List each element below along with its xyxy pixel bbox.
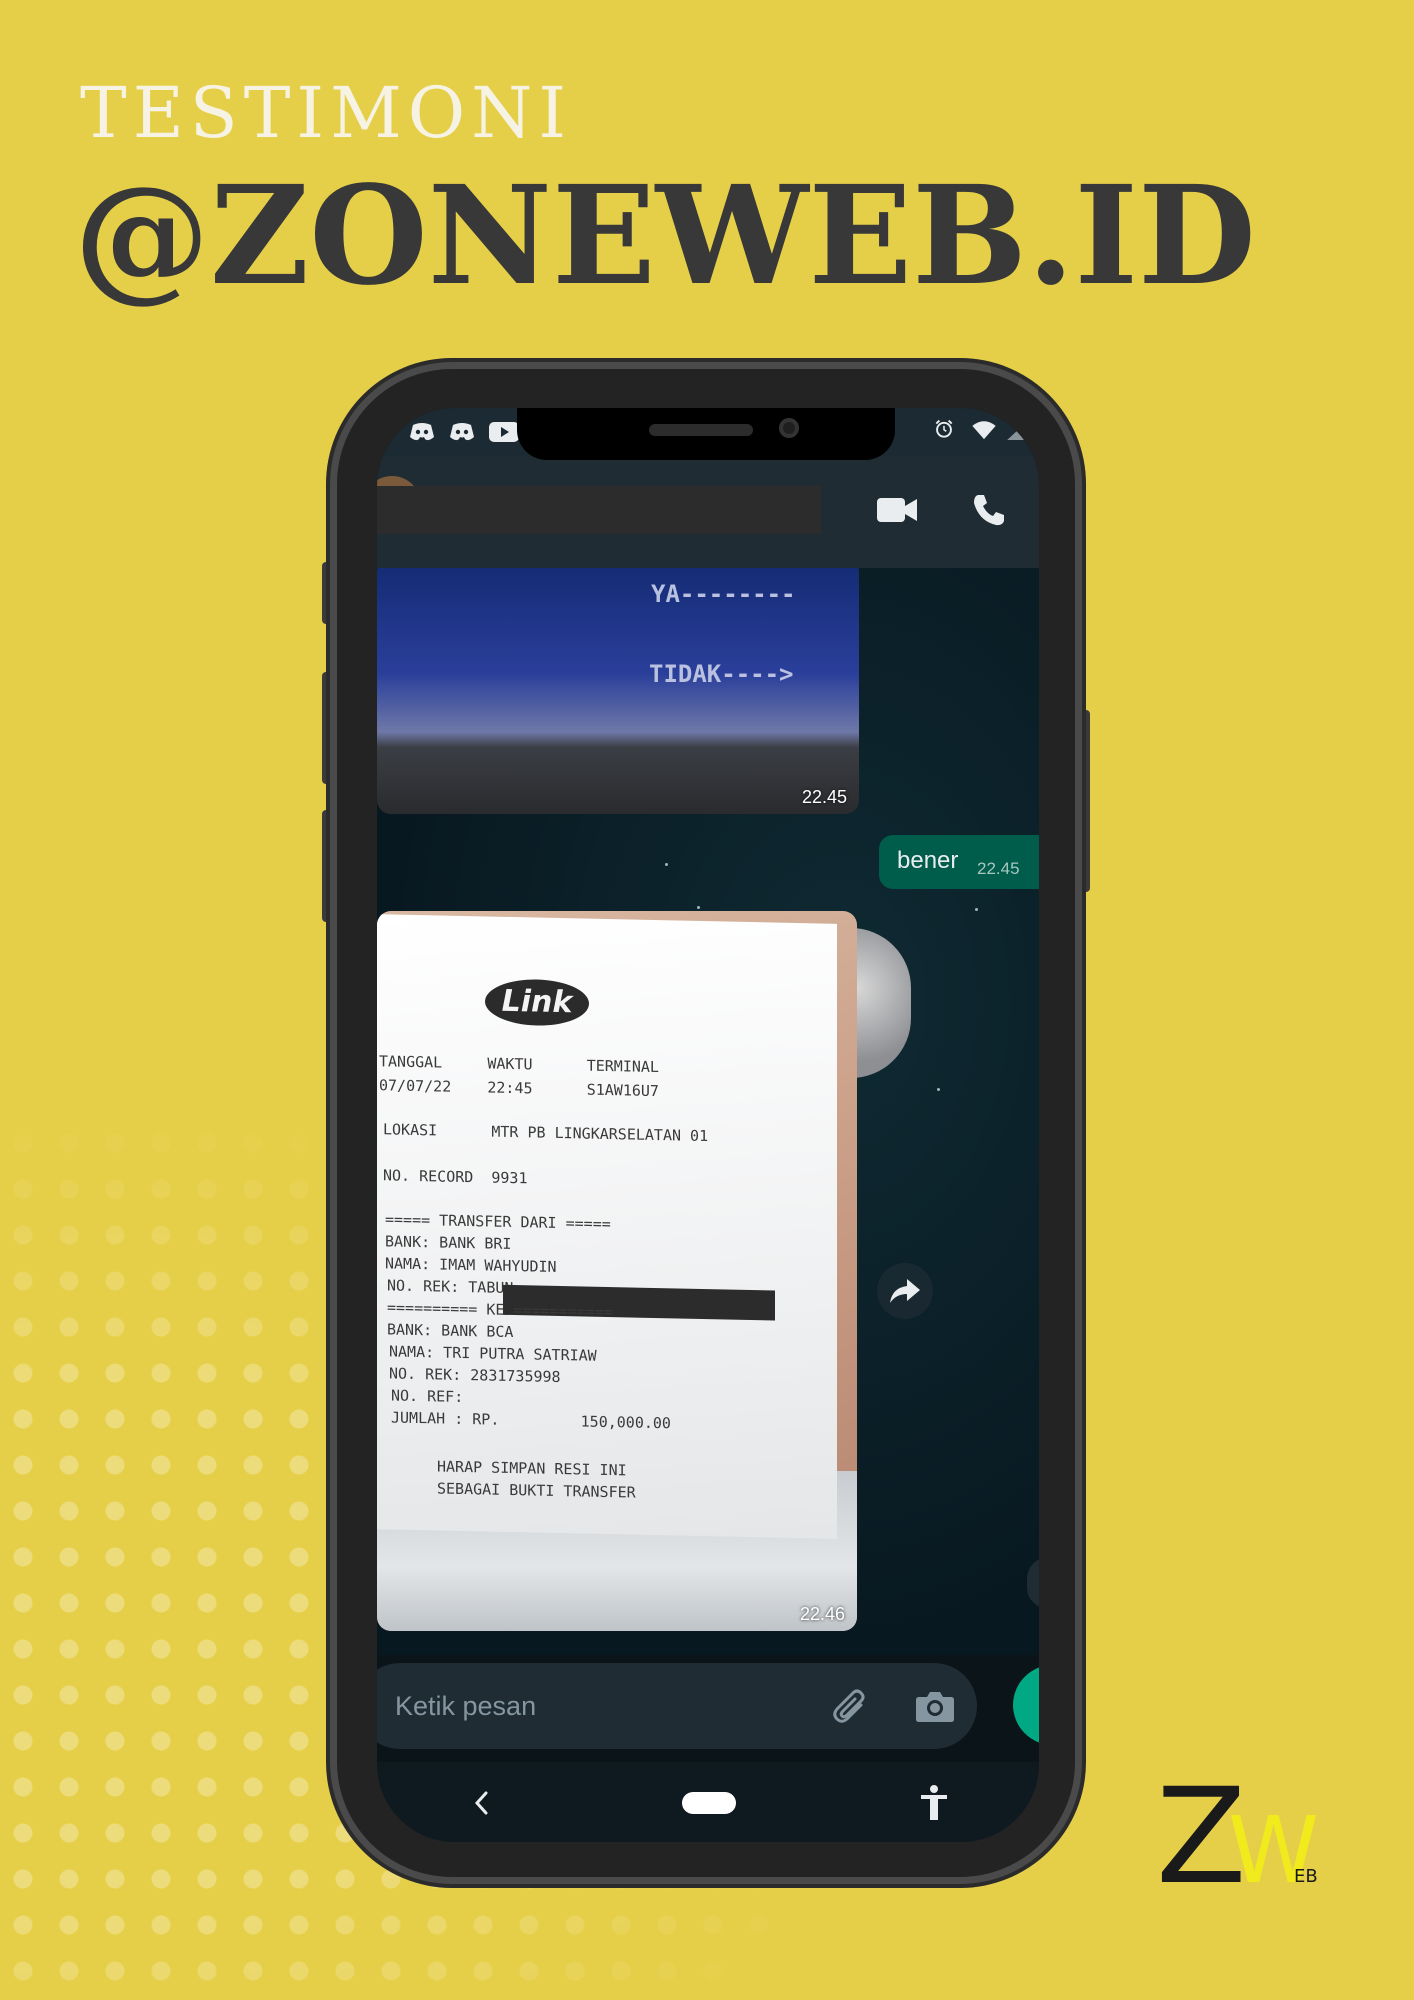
receipt-line: 07/07/22 22:45 S1AW16U7 — [379, 1076, 659, 1101]
atm-option-no: TIDAK----> — [649, 660, 794, 688]
message-input[interactable]: Ketik pesan — [377, 1663, 977, 1749]
link-logo: Link — [485, 978, 589, 1027]
wifi-icon — [972, 421, 996, 440]
wallpaper-star — [697, 906, 700, 909]
zoneweb-logo: Z W EB — [1156, 1770, 1319, 1888]
receipt-line: SEBAGAI BUKTI TRANSFER — [437, 1479, 636, 1502]
message-time: 22.46 — [799, 1604, 845, 1624]
message-time: 22.45 — [801, 787, 847, 807]
wallpaper-star — [937, 1088, 940, 1091]
wallpaper-star — [975, 908, 978, 911]
transfer-receipt: Link TANGGAL WAKTU TERMINAL 07/07/22 22:… — [377, 914, 837, 1539]
receipt-line: NO. REK: 2831735998 — [389, 1364, 561, 1387]
contact-name-redacted — [377, 486, 821, 534]
message-text: bener — [897, 847, 959, 874]
headline-testimoni: TESTIMONI — [80, 72, 573, 154]
receipt-line: BANK: BANK BRI — [385, 1232, 512, 1253]
receipt-line: NAMA: TRI PUTRA SATRIAW — [389, 1342, 597, 1365]
wallpaper-star — [665, 863, 668, 866]
receipt-line: ========== KE =========== — [387, 1298, 613, 1322]
receipt-line: BANK: BANK BCA — [387, 1320, 514, 1342]
outgoing-message[interactable]: bener 22.45 — [879, 835, 1039, 889]
headline-handle: @ZONEWEB.ID — [74, 156, 1256, 316]
wallpaper-moon — [851, 928, 911, 1078]
chat-area[interactable]: YA-------- TIDAK----> 22.45 bener 22.45 … — [377, 568, 1039, 1655]
youtube-icon — [489, 422, 519, 442]
atm-option-yes: YA-------- — [651, 580, 796, 608]
chat-header — [377, 456, 1039, 568]
image-message-atm[interactable]: YA-------- TIDAK----> 22.45 — [377, 568, 859, 814]
attach-icon[interactable] — [831, 1687, 871, 1727]
logo-suffix: EB — [1294, 1866, 1318, 1887]
message-composer: Ketik pesan — [377, 1655, 1039, 1762]
receipt-line: JUMLAH : RP. 150,000.00 — [391, 1408, 671, 1433]
receipt-line: LOKASI MTR PB LINGKARSELATAN 01 — [383, 1120, 709, 1146]
forward-button[interactable] — [877, 1263, 933, 1319]
home-pill[interactable] — [682, 1792, 736, 1814]
android-nav-bar — [377, 1762, 1039, 1842]
discord-icon — [410, 423, 434, 441]
forward-icon — [890, 1279, 920, 1303]
receipt-line: NO. REK: TABUN — [387, 1276, 514, 1298]
scroll-down-button[interactable] — [1027, 1558, 1039, 1608]
video-call-icon[interactable] — [877, 496, 917, 524]
phone-screen: YA-------- TIDAK----> 22.45 bener 22.45 … — [377, 408, 1039, 1842]
speaker-grille — [649, 424, 753, 436]
receipt-line: ===== TRANSFER DARI ===== — [385, 1210, 611, 1234]
message-input-placeholder: Ketik pesan — [395, 1691, 537, 1721]
image-message-receipt[interactable]: Link TANGGAL WAKTU TERMINAL 07/07/22 22:… — [377, 911, 857, 1631]
receipt-line: NAMA: IMAM WAHYUDIN — [385, 1254, 557, 1276]
receipt-line: NO. REF: — [391, 1386, 464, 1406]
message-time: 22.45 — [977, 859, 1020, 878]
front-camera — [779, 418, 799, 438]
voice-call-icon[interactable] — [971, 492, 1007, 528]
receipt-line: HARAP SIMPAN RESI INI — [437, 1457, 627, 1480]
back-icon[interactable] — [473, 1790, 489, 1816]
camera-icon[interactable] — [915, 1689, 955, 1723]
mic-send-button[interactable] — [1013, 1665, 1039, 1745]
discord-icon — [450, 423, 474, 441]
receipt-line: TANGGAL WAKTU TERMINAL — [379, 1052, 659, 1077]
receipt-line: NO. RECORD 9931 — [383, 1166, 528, 1188]
accessibility-icon[interactable] — [919, 1784, 949, 1822]
signal-icon — [1007, 420, 1029, 440]
alarm-icon — [935, 419, 953, 438]
phone-notch — [517, 408, 895, 460]
